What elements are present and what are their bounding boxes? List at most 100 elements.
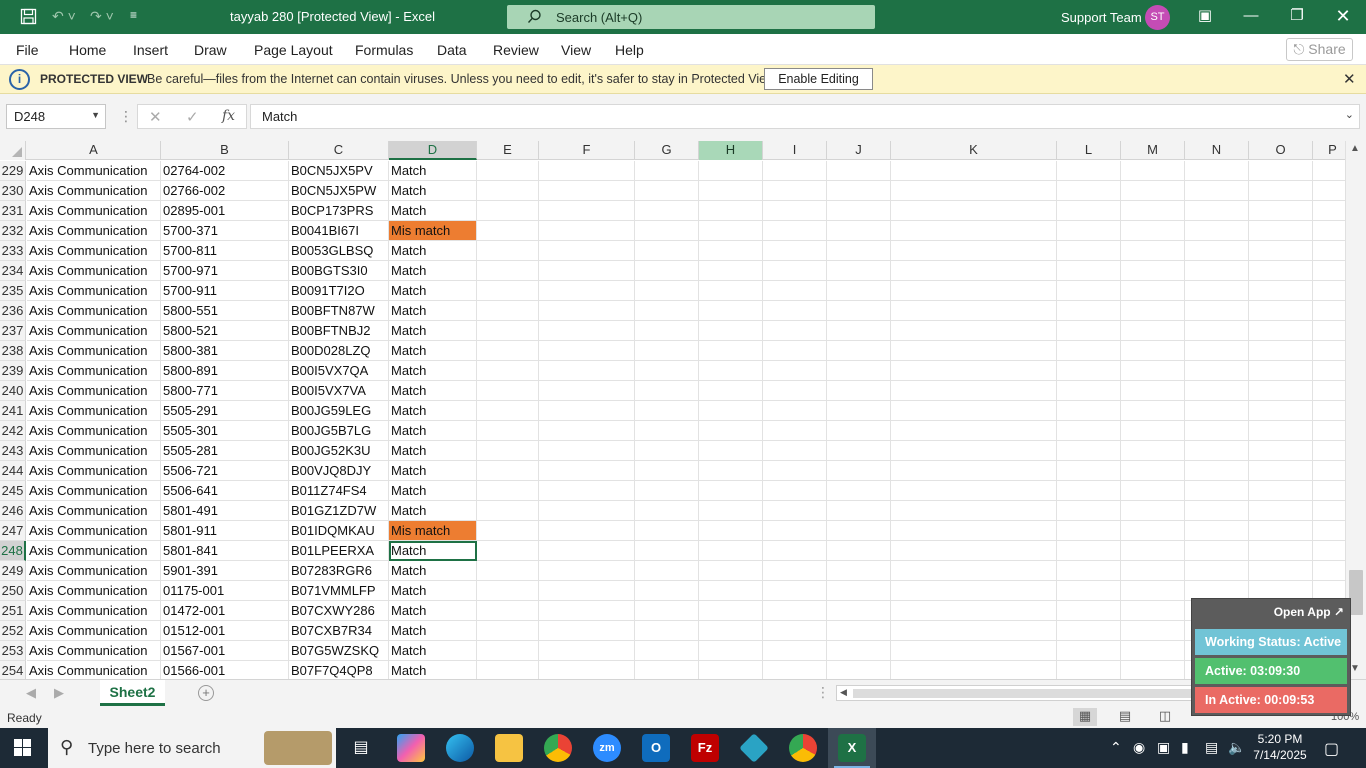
empty-cell[interactable] — [635, 441, 699, 461]
empty-cell[interactable] — [1313, 461, 1345, 481]
row-header[interactable]: 250 — [0, 581, 26, 601]
empty-cell[interactable] — [891, 381, 1057, 401]
cell-d[interactable]: Match — [389, 461, 477, 481]
cell-b[interactable]: 5505-301 — [161, 421, 289, 441]
cell-a[interactable]: Axis Communication — [27, 221, 161, 241]
app-icon[interactable] — [739, 733, 769, 763]
cell-d[interactable]: Match — [389, 561, 477, 581]
copilot-icon[interactable] — [397, 734, 425, 762]
row-header[interactable]: 239 — [0, 361, 26, 381]
empty-cell[interactable] — [477, 581, 539, 601]
cell-d[interactable]: Match — [389, 281, 477, 301]
empty-cell[interactable] — [1121, 461, 1185, 481]
empty-cell[interactable] — [763, 581, 827, 601]
empty-cell[interactable] — [1185, 441, 1249, 461]
empty-cell[interactable] — [1313, 381, 1345, 401]
row-header[interactable]: 254 — [0, 661, 26, 679]
empty-cell[interactable] — [1249, 261, 1313, 281]
clock[interactable]: 5:20 PM 7/14/2025 — [1249, 731, 1311, 763]
select-all-button[interactable] — [0, 141, 26, 160]
empty-cell[interactable] — [699, 401, 763, 421]
empty-cell[interactable] — [1121, 161, 1185, 181]
column-header-h[interactable]: H — [699, 141, 763, 160]
empty-cell[interactable] — [1313, 321, 1345, 341]
empty-cell[interactable] — [1057, 201, 1121, 221]
empty-cell[interactable] — [1313, 261, 1345, 281]
cell-b[interactable]: 5505-281 — [161, 441, 289, 461]
cell-d[interactable]: Match — [389, 421, 477, 441]
cell-c[interactable]: B07G5WZSKQ — [289, 641, 389, 661]
empty-cell[interactable] — [827, 521, 891, 541]
empty-cell[interactable] — [635, 381, 699, 401]
empty-cell[interactable] — [699, 441, 763, 461]
tab-review[interactable]: Review — [493, 42, 539, 58]
empty-cell[interactable] — [763, 181, 827, 201]
empty-cell[interactable] — [699, 261, 763, 281]
column-header-f[interactable]: F — [539, 141, 635, 160]
empty-cell[interactable] — [1313, 561, 1345, 581]
empty-cell[interactable] — [1313, 481, 1345, 501]
empty-cell[interactable] — [1185, 241, 1249, 261]
empty-cell[interactable] — [827, 661, 891, 679]
cell-b[interactable]: 02766-002 — [161, 181, 289, 201]
empty-cell[interactable] — [699, 181, 763, 201]
empty-cell[interactable] — [1121, 641, 1185, 661]
empty-cell[interactable] — [1185, 561, 1249, 581]
empty-cell[interactable] — [477, 661, 539, 679]
outlook-icon[interactable]: O — [642, 734, 670, 762]
cell-b[interactable]: 5700-911 — [161, 281, 289, 301]
empty-cell[interactable] — [539, 641, 635, 661]
tab-formulas[interactable]: Formulas — [355, 42, 413, 58]
empty-cell[interactable] — [635, 341, 699, 361]
empty-cell[interactable] — [1057, 341, 1121, 361]
empty-cell[interactable] — [699, 381, 763, 401]
tab-data[interactable]: Data — [437, 42, 467, 58]
cell-a[interactable]: Axis Communication — [27, 481, 161, 501]
empty-cell[interactable] — [477, 401, 539, 421]
row-header[interactable]: 231 — [0, 201, 26, 221]
empty-cell[interactable] — [699, 661, 763, 679]
column-header-l[interactable]: L — [1057, 141, 1121, 160]
empty-cell[interactable] — [827, 441, 891, 461]
cell-a[interactable]: Axis Communication — [27, 241, 161, 261]
empty-cell[interactable] — [1121, 341, 1185, 361]
cell-c[interactable]: B07CXWY286 — [289, 601, 389, 621]
empty-cell[interactable] — [635, 641, 699, 661]
windows-start-icon[interactable] — [14, 739, 32, 757]
empty-cell[interactable] — [1057, 401, 1121, 421]
empty-cell[interactable] — [891, 421, 1057, 441]
row-header[interactable]: 251 — [0, 601, 26, 621]
empty-cell[interactable] — [827, 581, 891, 601]
empty-cell[interactable] — [1249, 481, 1313, 501]
empty-cell[interactable] — [477, 601, 539, 621]
empty-cell[interactable] — [1313, 201, 1345, 221]
empty-cell[interactable] — [1057, 421, 1121, 441]
empty-cell[interactable] — [1121, 501, 1185, 521]
cell-a[interactable]: Axis Communication — [27, 621, 161, 641]
cell-c[interactable]: B00JG52K3U — [289, 441, 389, 461]
network-icon[interactable]: ▤ — [1205, 739, 1218, 756]
cell-d[interactable]: Match — [389, 621, 477, 641]
row-header[interactable]: 253 — [0, 641, 26, 661]
scroll-thumb[interactable] — [1349, 570, 1363, 615]
empty-cell[interactable] — [635, 321, 699, 341]
empty-cell[interactable] — [1313, 401, 1345, 421]
empty-cell[interactable] — [635, 481, 699, 501]
empty-cell[interactable] — [539, 221, 635, 241]
chrome-icon[interactable] — [544, 734, 572, 762]
empty-cell[interactable] — [763, 501, 827, 521]
empty-cell[interactable] — [763, 321, 827, 341]
next-sheet-icon[interactable]: ▶ — [54, 685, 64, 701]
cell-c[interactable]: B00I5VX7QA — [289, 361, 389, 381]
cell-d[interactable]: Mis match — [389, 221, 477, 241]
empty-cell[interactable] — [1185, 281, 1249, 301]
empty-cell[interactable] — [1121, 541, 1185, 561]
empty-cell[interactable] — [699, 201, 763, 221]
empty-cell[interactable] — [477, 241, 539, 261]
empty-cell[interactable] — [1121, 581, 1185, 601]
empty-cell[interactable] — [1185, 401, 1249, 421]
close-icon[interactable]: ✕ — [1343, 70, 1356, 88]
empty-cell[interactable] — [699, 341, 763, 361]
empty-cell[interactable] — [699, 321, 763, 341]
empty-cell[interactable] — [1185, 181, 1249, 201]
